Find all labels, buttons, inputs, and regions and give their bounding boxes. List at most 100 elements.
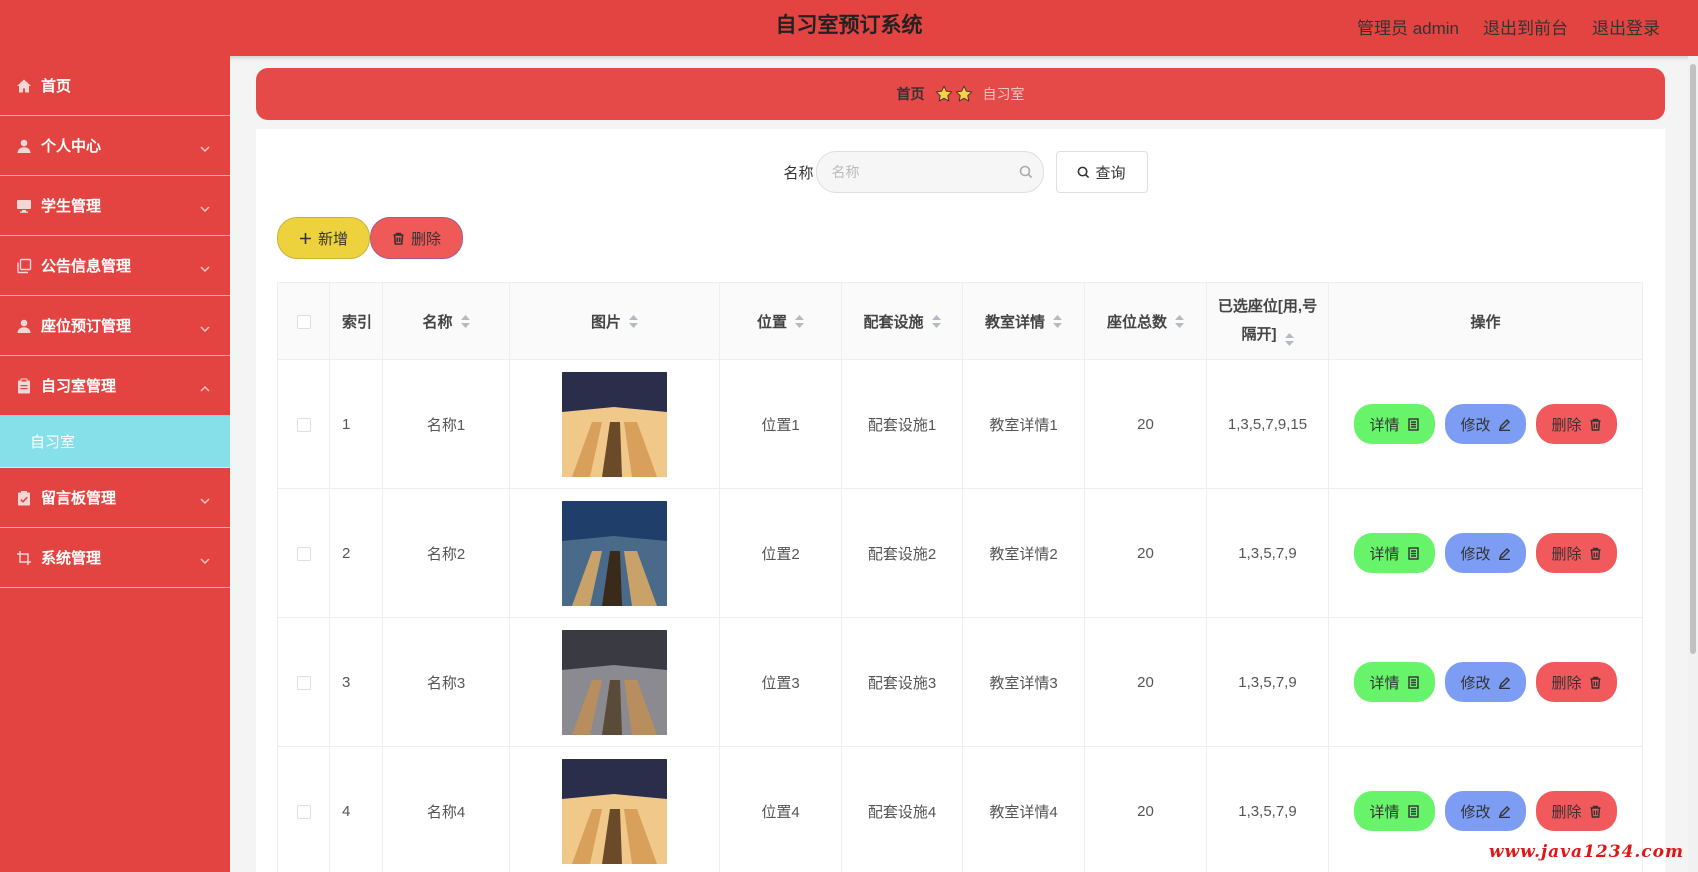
document-icon [1407,546,1419,560]
edit-button[interactable]: 修改 [1445,662,1526,702]
sort-icon[interactable] [629,315,638,329]
sidebar-item-label: 学生管理 [41,198,102,215]
delete-button[interactable]: 删除 [1536,791,1617,831]
chevron-up-icon [200,381,210,391]
edit-button[interactable]: 修改 [1445,791,1526,831]
delete-button[interactable]: 删除 [1536,533,1617,573]
trash-icon [1590,805,1600,818]
admin-user-label[interactable]: 管理员 admin [1357,14,1459,39]
sort-icon[interactable] [795,315,804,329]
delete-button[interactable]: 删除 [1536,662,1617,702]
detail-button[interactable]: 详情 [1354,662,1435,702]
detail-button[interactable]: 详情 [1354,791,1435,831]
select-all-cell [277,282,330,360]
add-button[interactable]: 新增 [277,217,370,259]
breadcrumb-current: 自习室 [982,86,1025,102]
column-header[interactable]: 位置 [719,282,842,360]
copy-icon [16,258,32,274]
cell-index: 1 [329,359,383,489]
row-select-cell [277,746,330,872]
sidebar-item-personal-center[interactable]: 个人中心 [0,116,230,176]
sort-icon[interactable] [931,315,941,329]
table-row: 2 名称2 位置2 配套设施2 教室详情2 20 1,3,5,7,9 详情 修改 删除 [277,488,1643,618]
sidebar-item-seat-booking[interactable]: 座位预订管理 [0,296,230,356]
column-header[interactable]: 座位总数 [1084,282,1207,360]
page-scrollbar[interactable] [1688,56,1698,872]
column-header[interactable]: 教室详情 [962,282,1085,360]
sort-icon[interactable] [460,315,470,329]
breadcrumb-home[interactable]: 首页 [897,84,925,104]
table-row: 4 名称4 位置4 配套设施4 教室详情4 20 1,3,5,7,9 详情 修改 删除 [277,746,1643,872]
edit-button[interactable]: 修改 [1445,404,1526,444]
search-label: 名称 [783,164,814,182]
user-icon [16,318,32,334]
trash-icon [1590,418,1600,431]
cell-seats: 20 [1084,617,1207,747]
sort-icon[interactable] [1053,315,1062,329]
column-header[interactable]: 已选座位[用,号隔开] [1206,282,1329,360]
chevron-down-icon [200,201,210,212]
search-input[interactable] [816,152,1043,192]
sidebar-item-home[interactable]: 首页 [0,56,230,116]
plus-icon [299,232,311,244]
search-bar: 名称 查询 [256,151,1665,193]
sidebar-item-students[interactable]: 学生管理 [0,176,230,236]
breadcrumb: 首页 自习室 [256,68,1665,120]
cell-selected-seats: 1,3,5,7,9 [1206,488,1329,618]
sidebar-item-message-board[interactable]: 留言板管理 [0,468,230,528]
scrollbar-thumb[interactable] [1690,64,1696,654]
room-photo[interactable] [562,500,667,606]
row-checkbox[interactable] [296,675,311,690]
sort-icon[interactable] [1175,315,1184,329]
row-checkbox[interactable] [296,417,311,432]
sort-icon[interactable] [1284,328,1294,346]
monitor-icon [16,198,32,214]
cell-selected-seats: 1,3,5,7,9 [1206,617,1329,747]
detail-button[interactable]: 详情 [1354,404,1435,444]
chevron-down-icon [200,493,210,504]
room-photo[interactable] [562,629,667,735]
top-header: 自习室预订系统 管理员 admin 退出到前台 退出登录 [0,0,1698,56]
batch-delete-button[interactable]: 删除 [370,217,463,259]
sidebar-item-notices[interactable]: 公告信息管理 [0,236,230,296]
select-all-checkbox[interactable] [296,314,311,329]
delete-button[interactable]: 删除 [1536,404,1617,444]
column-header[interactable]: 图片 [509,282,720,360]
room-photo[interactable] [562,371,667,477]
column-header[interactable]: 配套设施 [841,282,963,360]
detail-button[interactable]: 详情 [1354,533,1435,573]
clipboard-check-icon [16,490,32,506]
row-checkbox[interactable] [296,804,311,819]
query-button-label: 查询 [1095,164,1126,182]
cell-location: 位置2 [719,488,842,618]
cell-detail: 教室详情4 [962,746,1085,872]
column-header: 索引 [329,282,383,360]
column-header[interactable]: 名称 [382,282,510,360]
main-panel: 名称 查询 新增 删除 索引 名称 图片 位置 [256,129,1665,872]
batch-delete-label: 删除 [410,230,441,248]
cell-name: 名称1 [382,359,510,489]
sidebar-item-system[interactable]: 系统管理 [0,528,230,588]
sidebar-subitem-study-room[interactable]: 自习室 [0,416,230,468]
cell-detail: 教室详情3 [962,617,1085,747]
row-checkbox[interactable] [296,546,311,561]
cell-facility: 配套设施2 [841,488,963,618]
document-icon [1407,417,1419,431]
row-select-cell [277,359,330,489]
back-to-front-link[interactable]: 退出到前台 [1483,14,1568,39]
trash-icon [1590,676,1600,689]
table-row: 1 名称1 位置1 配套设施1 教室详情1 20 1,3,5,7,9,15 详情 修改 删除 [277,359,1643,489]
sidebar: 首页 个人中心 学生管理 公告信息管理 座位预订管理 自习室管理 自习室 留言板… [0,56,230,872]
cell-operations: 详情 修改 删除 [1328,359,1643,489]
cell-facility: 配套设施1 [841,359,963,489]
logout-link[interactable]: 退出登录 [1592,14,1660,39]
room-photo[interactable] [562,758,667,864]
edit-button[interactable]: 修改 [1445,533,1526,573]
sidebar-item-label: 首页 [41,78,72,95]
cell-location: 位置3 [719,617,842,747]
cell-name: 名称4 [382,746,510,872]
cell-detail: 教室详情2 [962,488,1085,618]
search-icon [1019,165,1033,179]
query-button[interactable]: 查询 [1055,151,1148,193]
sidebar-item-study-room-mgmt[interactable]: 自习室管理 [0,356,230,416]
